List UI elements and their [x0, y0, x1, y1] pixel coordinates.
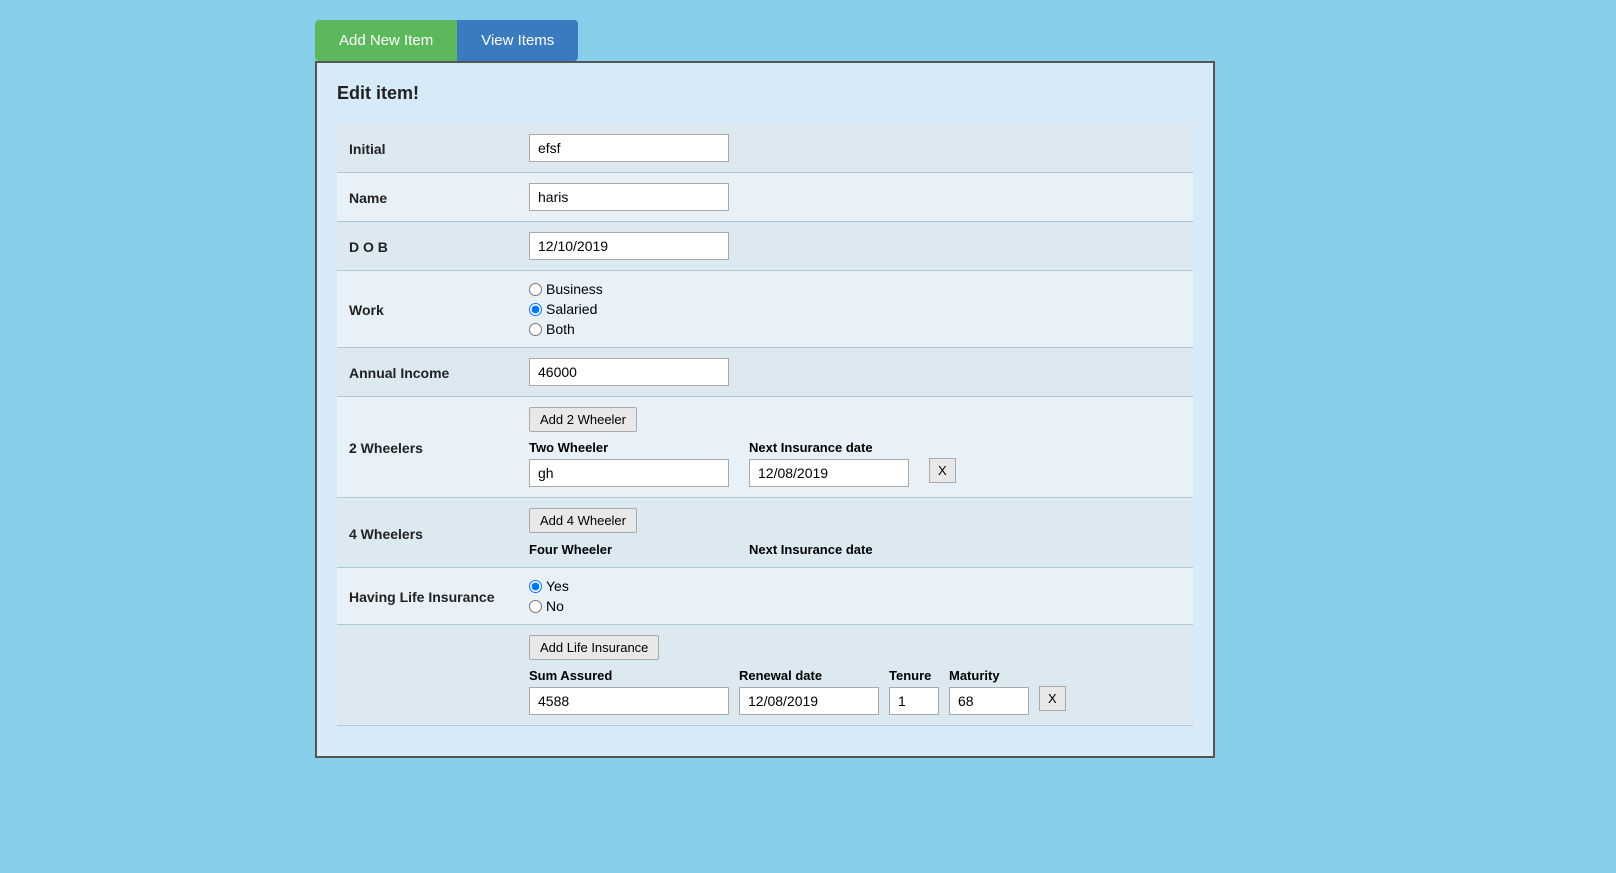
delete-two-wheeler-button[interactable]: X	[929, 458, 956, 483]
work-cell: Business Salaried Both	[517, 271, 1193, 348]
life-insurance-radio-group: Yes No	[529, 578, 1181, 614]
work-label: Work	[337, 271, 517, 348]
renewal-date-label: Renewal date	[739, 668, 879, 683]
work-salaried-label: Salaried	[546, 301, 597, 317]
table-row: Name	[337, 173, 1193, 222]
renewal-date-input[interactable]	[739, 687, 879, 715]
add-life-insurance-button[interactable]: Add Life Insurance	[529, 635, 659, 660]
two-wheelers-cell: Add 2 Wheeler Two Wheeler Next Insurance…	[517, 397, 1193, 498]
life-insurance-action-label	[337, 625, 517, 726]
add-2-wheeler-button[interactable]: Add 2 Wheeler	[529, 407, 637, 432]
work-radio-salaried[interactable]	[529, 303, 542, 316]
table-row: D O B	[337, 222, 1193, 271]
table-row: Add Life Insurance Sum Assured Renewal d…	[337, 625, 1193, 726]
annual-income-input[interactable]	[529, 358, 729, 386]
four-wheelers-label: 4 Wheelers	[337, 498, 517, 568]
delete-life-insurance-button[interactable]: X	[1039, 686, 1066, 711]
tenure-label: Tenure	[889, 668, 939, 683]
initial-label: Initial	[337, 124, 517, 173]
life-insurance-action-cell: Add Life Insurance Sum Assured Renewal d…	[517, 625, 1193, 726]
work-radio-business[interactable]	[529, 283, 542, 296]
sum-assured-col: Sum Assured	[529, 668, 729, 715]
form-title: Edit item!	[337, 83, 1193, 104]
two-wheelers-label: 2 Wheelers	[337, 397, 517, 498]
life-insurance-no-option[interactable]: No	[529, 598, 1181, 614]
maturity-col: Maturity	[949, 668, 1029, 715]
having-life-insurance-label: Having Life Insurance	[337, 568, 517, 625]
work-business-label: Business	[546, 281, 603, 297]
page-wrapper: Add New Item View Items Edit item! Initi…	[0, 0, 1616, 758]
view-items-button[interactable]: View Items	[457, 20, 578, 61]
add-new-item-button[interactable]: Add New Item	[315, 20, 457, 61]
name-label: Name	[337, 173, 517, 222]
two-wheeler-entry: Two Wheeler Next Insurance date X	[529, 440, 1181, 487]
sum-assured-input[interactable]	[529, 687, 729, 715]
table-row: Annual Income	[337, 348, 1193, 397]
dob-input[interactable]	[529, 232, 729, 260]
two-wheeler-insurance-input[interactable]	[749, 459, 909, 487]
maturity-input[interactable]	[949, 687, 1029, 715]
name-cell	[517, 173, 1193, 222]
annual-income-label: Annual Income	[337, 348, 517, 397]
tenure-col: Tenure	[889, 668, 939, 715]
add-4-wheeler-button[interactable]: Add 4 Wheeler	[529, 508, 637, 533]
tenure-input[interactable]	[889, 687, 939, 715]
dob-label: D O B	[337, 222, 517, 271]
four-wheeler-headers: Four Wheeler Next Insurance date	[529, 541, 1181, 557]
two-wheeler-name-col: Two Wheeler	[529, 440, 729, 487]
two-wheeler-insurance-label: Next Insurance date	[749, 440, 909, 455]
maturity-label: Maturity	[949, 668, 1029, 683]
work-option-business[interactable]: Business	[529, 281, 1181, 297]
tab-bar: Add New Item View Items	[315, 20, 1616, 61]
table-row: Having Life Insurance Yes No	[337, 568, 1193, 625]
table-row: 4 Wheelers Add 4 Wheeler Four Wheeler Ne…	[337, 498, 1193, 568]
initial-input[interactable]	[529, 134, 729, 162]
table-row: 2 Wheelers Add 2 Wheeler Two Wheeler Nex…	[337, 397, 1193, 498]
four-wheelers-cell: Add 4 Wheeler Four Wheeler Next Insuranc…	[517, 498, 1193, 568]
work-option-salaried[interactable]: Salaried	[529, 301, 1181, 317]
table-row: Work Business Salaried Bo	[337, 271, 1193, 348]
renewal-date-col: Renewal date	[739, 668, 879, 715]
name-input[interactable]	[529, 183, 729, 211]
life-insurance-entry: Sum Assured Renewal date Tenure Mat	[529, 668, 1181, 715]
two-wheeler-insurance-col: Next Insurance date	[749, 440, 909, 487]
four-wheeler-insurance-label: Next Insurance date	[749, 542, 873, 557]
work-radio-both[interactable]	[529, 323, 542, 336]
life-insurance-cell: Yes No	[517, 568, 1193, 625]
life-insurance-yes-label: Yes	[546, 578, 569, 594]
two-wheeler-col-label: Two Wheeler	[529, 440, 729, 455]
work-option-both[interactable]: Both	[529, 321, 1181, 337]
work-both-label: Both	[546, 321, 575, 337]
life-insurance-yes-option[interactable]: Yes	[529, 578, 1181, 594]
form-container: Edit item! Initial Name D O B	[315, 61, 1215, 758]
work-radio-group: Business Salaried Both	[529, 281, 1181, 337]
life-insurance-no-label: No	[546, 598, 564, 614]
form-table: Initial Name D O B Work	[337, 124, 1193, 726]
table-row: Initial	[337, 124, 1193, 173]
four-wheeler-col-label: Four Wheeler	[529, 542, 612, 557]
life-insurance-radio-no[interactable]	[529, 600, 542, 613]
two-wheeler-input[interactable]	[529, 459, 729, 487]
dob-cell	[517, 222, 1193, 271]
life-insurance-radio-yes[interactable]	[529, 580, 542, 593]
annual-income-cell	[517, 348, 1193, 397]
sum-assured-label: Sum Assured	[529, 668, 729, 683]
initial-cell	[517, 124, 1193, 173]
